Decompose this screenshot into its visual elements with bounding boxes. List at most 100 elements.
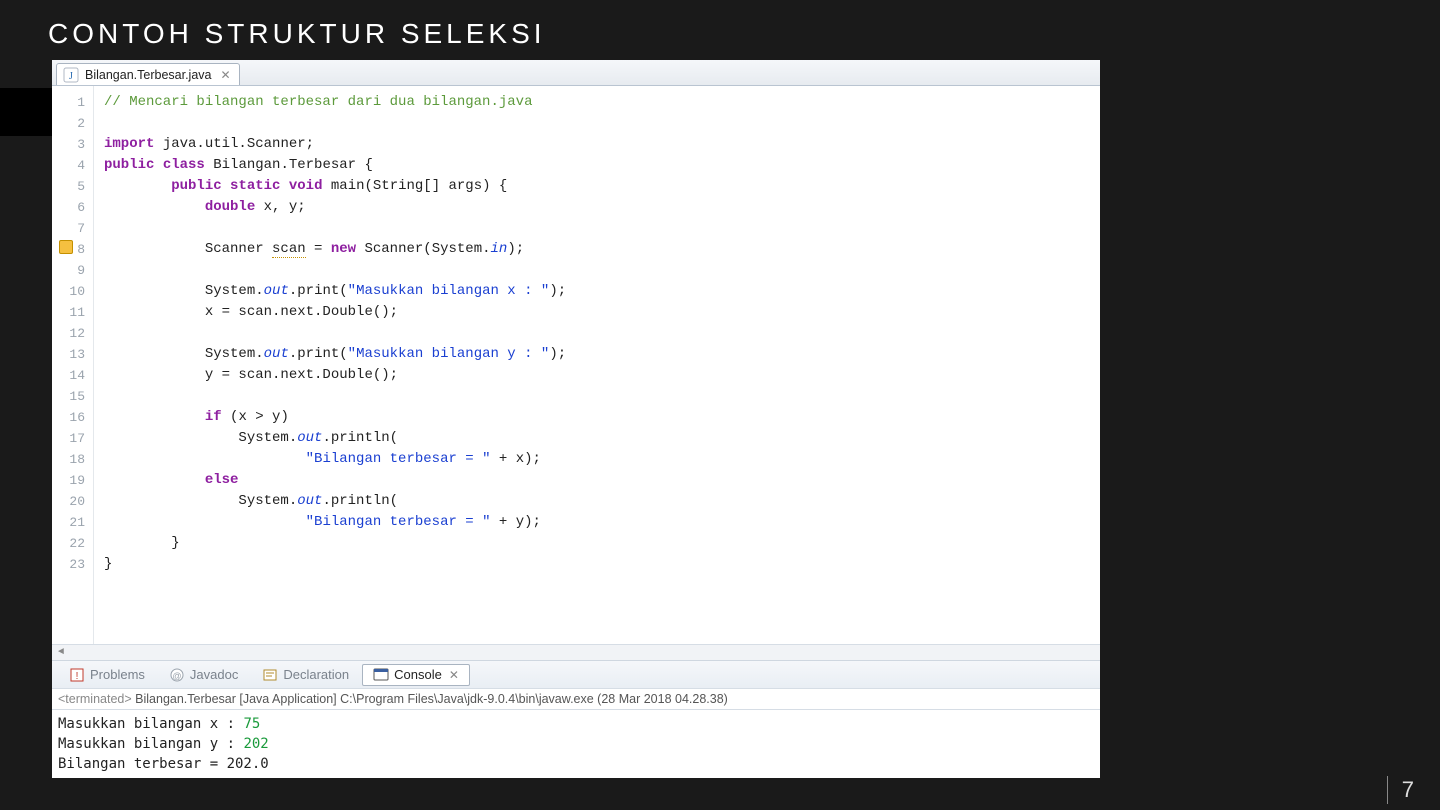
code-text: "Bilangan terbesar = " — [306, 451, 491, 467]
code-editor[interactable]: 1 2 3 4 5 6 7 8 9 10 11 12 13 14 15 16 1… — [52, 86, 1100, 644]
problems-icon: ! — [69, 667, 85, 683]
code-text: "Masukkan bilangan y : " — [348, 346, 550, 362]
line-number: 22 — [52, 533, 85, 554]
console-line: Bilangan terbesar = 202.0 — [58, 756, 269, 772]
code-text: import — [104, 136, 154, 152]
code-text: Scanner — [104, 241, 272, 257]
line-number: 6 — [52, 197, 85, 218]
close-icon[interactable]: ✕ — [449, 668, 459, 682]
horizontal-scrollbar[interactable]: ◄ — [52, 644, 1100, 660]
javadoc-icon: @ — [169, 667, 185, 683]
tab-console[interactable]: Console ✕ — [362, 664, 470, 686]
code-text: } — [104, 535, 180, 551]
code-text: main(String[] args) { — [322, 178, 507, 194]
code-text: public — [171, 178, 221, 194]
line-number: 1 — [52, 92, 85, 113]
line-number: 20 — [52, 491, 85, 512]
code-text: in — [491, 241, 508, 257]
code-text: else — [205, 472, 239, 488]
line-number: 19 — [52, 470, 85, 491]
code-text: y = scan.next.Double(); — [104, 367, 398, 383]
line-number: 9 — [52, 260, 85, 281]
declaration-icon — [262, 667, 278, 683]
code-text: System. — [104, 493, 297, 509]
code-text: void — [289, 178, 323, 194]
close-icon[interactable]: ✕ — [217, 68, 230, 82]
code-text: System. — [104, 283, 264, 299]
console-line: Masukkan bilangan x : — [58, 716, 243, 732]
tab-label: Problems — [90, 667, 145, 682]
code-text — [104, 451, 306, 467]
scroll-left-icon[interactable]: ◄ — [58, 647, 64, 658]
code-text: + x); — [490, 451, 540, 467]
code-text: + y); — [490, 514, 540, 530]
code-text: // Mencari bilangan terbesar dari dua bi… — [104, 94, 532, 110]
code-text: Scanner(System. — [356, 241, 490, 257]
svg-text:!: ! — [76, 671, 79, 682]
svg-text:@: @ — [172, 671, 181, 681]
page-number: 7 — [1387, 776, 1414, 804]
editor-tab-filename: Bilangan.Terbesar.java — [85, 68, 211, 82]
line-number: 15 — [52, 386, 85, 407]
line-number: 10 — [52, 281, 85, 302]
code-text: ); — [507, 241, 524, 257]
console-line: Masukkan bilangan y : — [58, 736, 243, 752]
code-text: x, y; — [255, 199, 305, 215]
code-text: System. — [104, 346, 264, 362]
code-area[interactable]: // Mencari bilangan terbesar dari dua bi… — [94, 86, 1100, 644]
line-number: 8 — [52, 239, 85, 260]
code-text: .print( — [289, 346, 348, 362]
editor-tab-bar: J Bilangan.Terbesar.java ✕ — [52, 60, 1100, 86]
code-text: out — [297, 493, 322, 509]
editor-tab-active[interactable]: J Bilangan.Terbesar.java ✕ — [56, 63, 240, 85]
code-text: ); — [549, 283, 566, 299]
line-number: 21 — [52, 512, 85, 533]
line-number: 17 — [52, 428, 85, 449]
code-text: out — [297, 430, 322, 446]
ide-frame: J Bilangan.Terbesar.java ✕ 1 2 3 4 5 6 7… — [52, 60, 1100, 778]
console-input-value: 75 — [243, 716, 260, 732]
line-number: 2 — [52, 113, 85, 134]
console-output[interactable]: Masukkan bilangan x : 75 Masukkan bilang… — [52, 709, 1100, 778]
terminated-label: <terminated> — [58, 692, 132, 706]
code-text: public — [104, 157, 154, 173]
tab-declaration[interactable]: Declaration — [251, 664, 360, 686]
line-number: 11 — [52, 302, 85, 323]
line-number: 12 — [52, 323, 85, 344]
line-number: 23 — [52, 554, 85, 575]
line-number: 3 — [52, 134, 85, 155]
console-status-line: <terminated> Bilangan.Terbesar [Java App… — [52, 688, 1100, 709]
line-number: 5 — [52, 176, 85, 197]
console-status-text: Bilangan.Terbesar [Java Application] C:\… — [132, 692, 728, 706]
line-number-gutter: 1 2 3 4 5 6 7 8 9 10 11 12 13 14 15 16 1… — [52, 86, 94, 644]
java-file-icon: J — [63, 67, 79, 83]
accent-block — [0, 88, 52, 136]
code-text: x = scan.next.Double(); — [104, 304, 398, 320]
line-number: 4 — [52, 155, 85, 176]
code-text: out — [264, 283, 289, 299]
code-text: java.util.Scanner; — [154, 136, 314, 152]
code-text: new — [331, 241, 356, 257]
code-text: } — [104, 556, 112, 572]
line-number: 7 — [52, 218, 85, 239]
tab-label: Declaration — [283, 667, 349, 682]
code-text: if — [205, 409, 222, 425]
code-text: scan — [272, 241, 306, 258]
code-text: ); — [549, 346, 566, 362]
code-text: .println( — [322, 430, 398, 446]
line-number: 13 — [52, 344, 85, 365]
line-number: 14 — [52, 365, 85, 386]
code-text: Bilangan.Terbesar { — [205, 157, 373, 173]
tab-javadoc[interactable]: @ Javadoc — [158, 664, 249, 686]
svg-text:J: J — [69, 71, 73, 82]
code-text: = — [306, 241, 331, 257]
line-number: 18 — [52, 449, 85, 470]
bottom-view-tabs: ! Problems @ Javadoc Declaration Console… — [52, 660, 1100, 688]
code-text: "Masukkan bilangan x : " — [348, 283, 550, 299]
code-text: out — [264, 346, 289, 362]
code-text — [104, 514, 306, 530]
tab-problems[interactable]: ! Problems — [58, 664, 156, 686]
code-text: static — [230, 178, 280, 194]
line-number: 16 — [52, 407, 85, 428]
slide-title: CONTOH STRUKTUR SELEKSI — [0, 0, 1440, 64]
